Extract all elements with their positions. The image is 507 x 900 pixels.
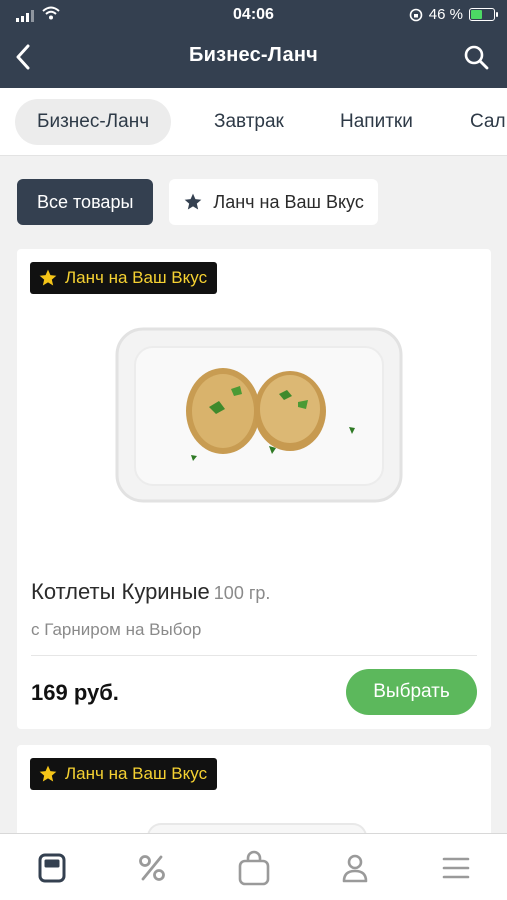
battery-percent: 46 % <box>428 6 463 23</box>
promo-badge: Ланч на Ваш Вкус <box>30 262 218 294</box>
filter-label: Все товары <box>37 191 134 212</box>
tab-promotions[interactable] <box>134 850 170 886</box>
menu-icon <box>38 853 66 883</box>
tab-cart[interactable] <box>236 850 272 886</box>
badge-label: Ланч на Ваш Вкус <box>65 268 208 287</box>
tab-profile[interactable] <box>337 850 373 886</box>
star-icon <box>39 269 57 286</box>
tab-menu[interactable] <box>34 850 70 886</box>
promo-badge: Ланч на Ваш Вкус <box>30 758 218 790</box>
bag-icon <box>238 850 270 886</box>
tab-breakfast[interactable]: Завтрак <box>192 99 306 145</box>
status-bar: 04:06 46 % <box>0 0 507 30</box>
select-button[interactable]: Выбрать <box>346 669 477 715</box>
filter-lunch-your-taste[interactable]: Ланч на Ваш Вкус <box>169 179 378 225</box>
product-card[interactable]: Ланч на Ваш Вкус Котлеты Куриные 100 гр. … <box>17 249 491 729</box>
product-price: 169 руб. <box>31 680 119 705</box>
product-image <box>115 327 403 503</box>
hamburger-icon <box>442 857 470 879</box>
tab-salads[interactable]: Сал <box>448 99 507 145</box>
divider <box>31 655 477 656</box>
product-weight: 100 гр. <box>213 583 271 603</box>
battery-icon <box>469 8 498 21</box>
search-button[interactable] <box>461 42 491 72</box>
filter-label: Ланч на Ваш Вкус <box>213 191 364 212</box>
product-card[interactable]: Ланч на Ваш Вкус <box>17 745 491 845</box>
profile-icon <box>342 854 368 883</box>
category-tabs: Бизнес-Ланч Завтрак Напитки Сал <box>0 88 507 156</box>
tab-more[interactable] <box>438 850 474 886</box>
app-header: 04:06 46 % Бизнес-Ланч <box>0 0 507 88</box>
badge-label: Ланч на Ваш Вкус <box>65 764 208 783</box>
orientation-lock-icon <box>409 8 423 21</box>
filter-chips: Все товары Ланч на Ваш Вкус <box>17 179 378 225</box>
percent-icon <box>139 855 165 881</box>
star-icon <box>185 193 202 210</box>
product-title: Котлеты Куриные 100 гр. <box>31 579 270 605</box>
product-description: с Гарниром на Выбор <box>31 620 202 639</box>
product-name: Котлеты Куриные <box>31 579 210 604</box>
tab-drinks[interactable]: Напитки <box>318 99 435 145</box>
tab-business-lunch[interactable]: Бизнес-Ланч <box>15 99 172 145</box>
bottom-tab-bar <box>0 833 507 900</box>
search-icon <box>464 45 489 70</box>
star-icon <box>39 765 57 782</box>
page-title: Бизнес-Ланч <box>189 44 318 66</box>
filter-all-products[interactable]: Все товары <box>17 179 154 225</box>
